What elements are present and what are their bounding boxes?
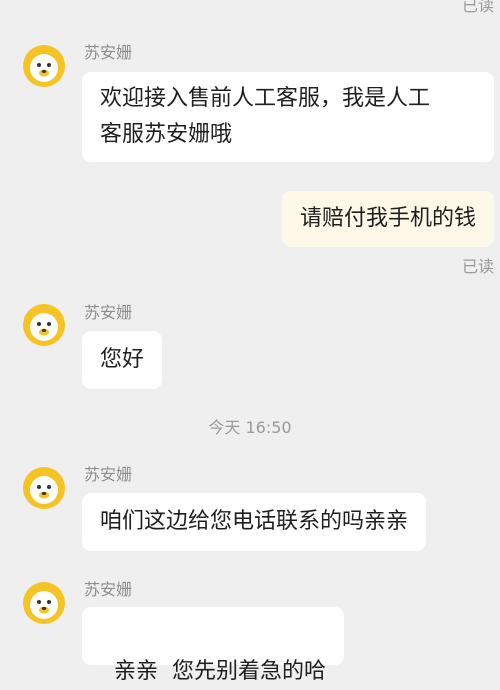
agent-message-bubble[interactable]: 咱们这边给您电话联系的吗亲亲 <box>82 493 427 551</box>
message-text: 亲亲 您先别着急的哈 <box>114 659 326 684</box>
message-text: 请赔付我手机的钱 <box>299 206 476 231</box>
lion-avatar-icon[interactable] <box>22 44 66 88</box>
lion-avatar-icon[interactable] <box>22 581 66 625</box>
sender-name: 苏安姗 <box>84 465 133 484</box>
read-receipt-top: 已读 <box>461 0 494 15</box>
sender-name: 苏安姗 <box>84 580 133 599</box>
sender-name: 苏安姗 <box>84 303 133 322</box>
agent-message-bubble[interactable]: 欢迎接入售前人工客服，我是人工 客服苏安姗哦 <box>82 72 494 162</box>
lion-avatar-icon[interactable] <box>22 466 66 510</box>
message-text: 您好 <box>100 347 145 372</box>
message-text: 咱们这边给您电话联系的吗亲亲 <box>100 509 409 534</box>
message-text-line: 客服苏安姗哦 <box>100 122 233 147</box>
user-message-bubble[interactable]: 请赔付我手机的钱 <box>281 191 494 247</box>
agent-message-bubble[interactable]: 亲亲 您先别着急的哈 <box>82 607 344 684</box>
message-text-line: 欢迎接入售前人工客服，我是人工 <box>100 86 431 111</box>
sender-name: 苏安姗 <box>84 43 133 62</box>
read-receipt: 已读 <box>461 257 494 276</box>
time-divider: 今天 16:50 <box>208 418 292 437</box>
agent-message-bubble[interactable]: 您好 <box>82 331 163 389</box>
lion-avatar-icon[interactable] <box>22 303 66 347</box>
